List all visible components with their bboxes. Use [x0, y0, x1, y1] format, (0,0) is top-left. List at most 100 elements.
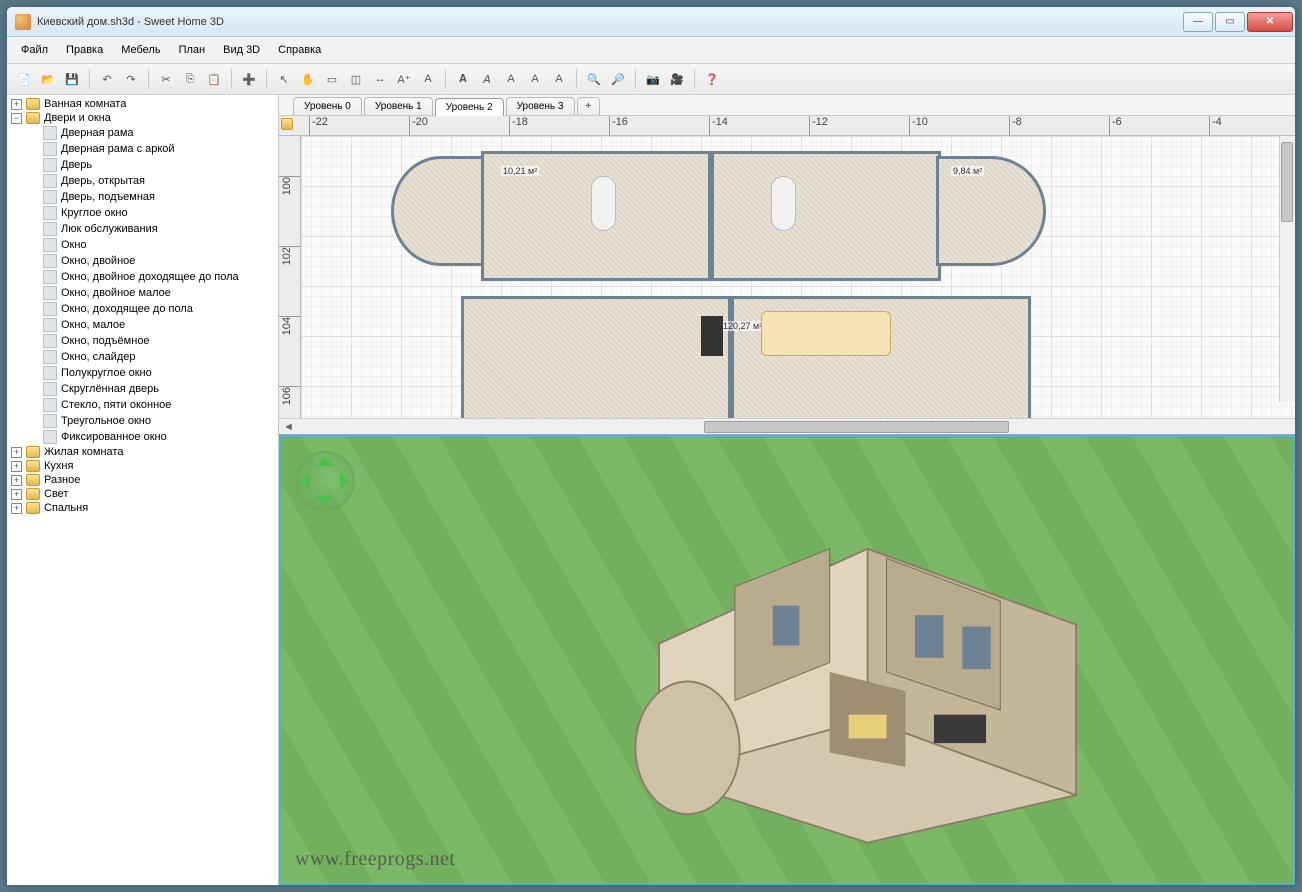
catalog-item[interactable]: Окно, двойное доходящее до пола: [7, 269, 278, 285]
menu-Мебель[interactable]: Мебель: [113, 41, 168, 59]
new-icon[interactable]: 📄: [13, 68, 35, 90]
catalog-item-label: Треугольное окно: [61, 415, 151, 427]
zoom-in-icon[interactable]: 🔍: [583, 68, 605, 90]
dimension-icon[interactable]: ↔: [369, 68, 391, 90]
watermark-text: www.freeprogs.net: [295, 848, 455, 871]
select-icon[interactable]: ↖: [273, 68, 295, 90]
expand-icon[interactable]: +: [11, 461, 22, 472]
catalog-item[interactable]: Дверная рама с аркой: [7, 141, 278, 157]
expand-icon[interactable]: +: [11, 447, 22, 458]
cut-icon[interactable]: ✂: [155, 68, 177, 90]
video-icon[interactable]: 🎥: [666, 68, 688, 90]
furniture-icon: [43, 382, 57, 396]
pan-icon[interactable]: ✋: [297, 68, 319, 90]
ruler-origin-icon: [281, 118, 293, 130]
view-3d-panel[interactable]: www.freeprogs.net: [279, 435, 1295, 885]
catalog-item[interactable]: Дверная рама: [7, 125, 278, 141]
copy-icon[interactable]: ⎘: [179, 68, 201, 90]
wall-icon[interactable]: ▭: [321, 68, 343, 90]
catalog-item[interactable]: Скруглённая дверь: [7, 381, 278, 397]
undo-icon[interactable]: ↶: [96, 68, 118, 90]
text-icon[interactable]: A⁺: [393, 68, 415, 90]
minimize-button[interactable]: —: [1183, 12, 1213, 32]
zoom-out-icon[interactable]: 🔎: [607, 68, 629, 90]
category-Кухня[interactable]: +Кухня: [7, 459, 278, 473]
label-icon[interactable]: A: [417, 68, 439, 90]
menu-Правка[interactable]: Правка: [58, 41, 111, 59]
catalog-item[interactable]: Окно, подъёмное: [7, 333, 278, 349]
tab-level-1[interactable]: Уровень 1: [364, 97, 433, 115]
folder-icon: [26, 474, 40, 486]
tab-level-3[interactable]: Уровень 3: [506, 97, 575, 115]
catalog-item[interactable]: Окно, малое: [7, 317, 278, 333]
arrow-left-icon[interactable]: [292, 472, 310, 490]
font-increase-icon[interactable]: A: [524, 68, 546, 90]
expand-icon[interactable]: +: [11, 475, 22, 486]
menu-План[interactable]: План: [171, 41, 214, 59]
ruler-tick: 106: [279, 386, 300, 408]
tab-level-0[interactable]: Уровень 0: [293, 97, 362, 115]
titlebar[interactable]: Киевский дом.sh3d - Sweet Home 3D — ▭ ✕: [7, 7, 1295, 37]
catalog-item[interactable]: Окно, доходящее до пола: [7, 301, 278, 317]
category-Спальня[interactable]: +Спальня: [7, 501, 278, 515]
arrow-right-icon[interactable]: [340, 472, 358, 490]
menu-Справка[interactable]: Справка: [270, 41, 329, 59]
furniture-icon: [43, 270, 57, 284]
plan-canvas[interactable]: 10,21 м² 9,84 м² 120,27 м²: [301, 136, 1295, 418]
expand-icon[interactable]: +: [11, 489, 22, 500]
photo-icon[interactable]: 📷: [642, 68, 664, 90]
catalog-item[interactable]: Треугольное окно: [7, 413, 278, 429]
catalog-item-label: Дверь, подъемная: [61, 191, 155, 203]
category-Свет[interactable]: +Свет: [7, 487, 278, 501]
collapse-icon[interactable]: −: [11, 113, 22, 124]
text-italic-icon[interactable]: 𝘈: [476, 68, 498, 90]
open-icon[interactable]: 📂: [37, 68, 59, 90]
house-3d-model: [564, 473, 1171, 852]
room-icon[interactable]: ◫: [345, 68, 367, 90]
menu-Файл[interactable]: Файл: [13, 41, 56, 59]
catalog-item[interactable]: Стекло, пяти оконное: [7, 397, 278, 413]
font-decrease-icon[interactable]: A: [548, 68, 570, 90]
save-icon[interactable]: 💾: [61, 68, 83, 90]
catalog-item[interactable]: Окно: [7, 237, 278, 253]
scrollbar-horizontal[interactable]: ◄: [279, 418, 1295, 434]
category-Разное[interactable]: +Разное: [7, 473, 278, 487]
help-icon[interactable]: ❓: [701, 68, 723, 90]
arrow-up-icon[interactable]: [316, 448, 334, 466]
catalog-item[interactable]: Окно, двойное малое: [7, 285, 278, 301]
menu-Вид 3D[interactable]: Вид 3D: [215, 41, 268, 59]
catalog-item[interactable]: Дверь: [7, 157, 278, 173]
catalog-item[interactable]: Люк обслуживания: [7, 221, 278, 237]
add-level-button[interactable]: +: [577, 97, 601, 115]
catalog-item[interactable]: Окно, двойное: [7, 253, 278, 269]
scrollbar-v-thumb[interactable]: [1281, 142, 1293, 222]
add-furniture-icon[interactable]: ➕: [238, 68, 260, 90]
furniture-catalog[interactable]: +Ванная комната−Двери и окнаДверная рама…: [7, 95, 279, 885]
tab-level-2[interactable]: Уровень 2: [435, 98, 504, 116]
close-button[interactable]: ✕: [1247, 12, 1293, 32]
catalog-item[interactable]: Дверь, подъемная: [7, 189, 278, 205]
toolbar-separator: [445, 69, 446, 89]
ruler-tick: -14: [709, 116, 728, 135]
redo-icon[interactable]: ↷: [120, 68, 142, 90]
category-Двери и окна[interactable]: −Двери и окна: [7, 111, 278, 125]
catalog-item[interactable]: Круглое окно: [7, 205, 278, 221]
catalog-item[interactable]: Полукруглое окно: [7, 365, 278, 381]
toolbar-separator: [266, 69, 267, 89]
arrow-down-icon[interactable]: [316, 496, 334, 514]
text-bold-icon[interactable]: 𝐀: [452, 68, 474, 90]
category-Ванная комната[interactable]: +Ванная комната: [7, 97, 278, 111]
catalog-item[interactable]: Дверь, открытая: [7, 173, 278, 189]
catalog-item[interactable]: Окно, слайдер: [7, 349, 278, 365]
expand-icon[interactable]: +: [11, 99, 22, 110]
navigation-compass[interactable]: [295, 451, 355, 511]
scrollbar-vertical[interactable]: [1279, 136, 1295, 402]
category-Жилая комната[interactable]: +Жилая комната: [7, 445, 278, 459]
text-color-icon[interactable]: A: [500, 68, 522, 90]
maximize-button[interactable]: ▭: [1215, 12, 1245, 32]
scrollbar-h-thumb[interactable]: [704, 421, 1009, 433]
scroll-left-icon[interactable]: ◄: [279, 421, 298, 433]
paste-icon[interactable]: 📋: [203, 68, 225, 90]
expand-icon[interactable]: +: [11, 503, 22, 514]
catalog-item[interactable]: Фиксированное окно: [7, 429, 278, 445]
